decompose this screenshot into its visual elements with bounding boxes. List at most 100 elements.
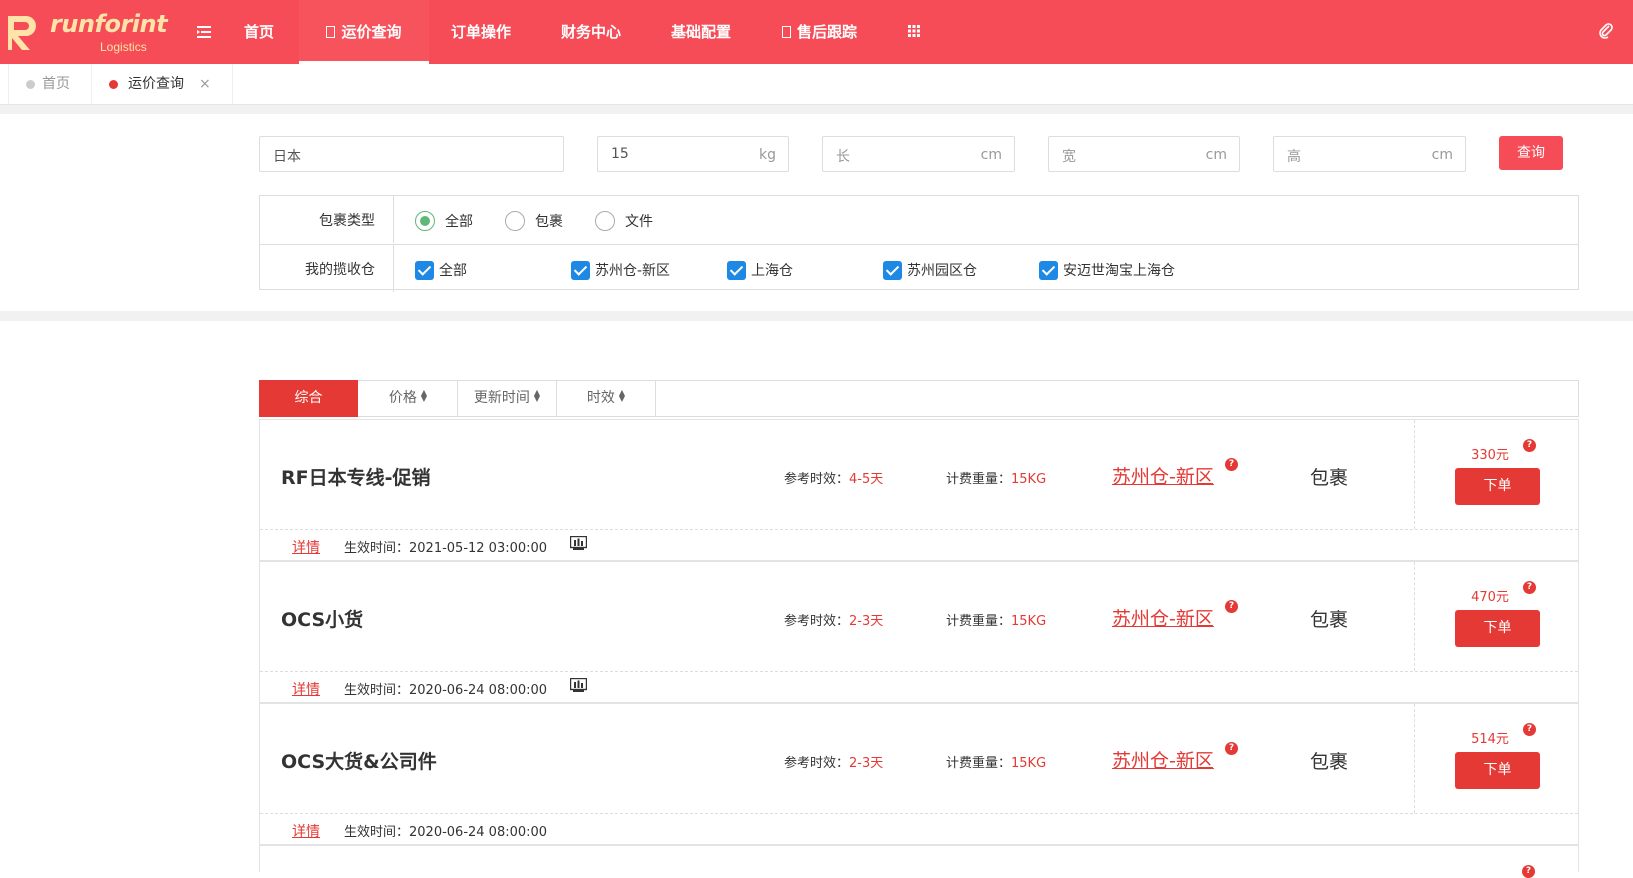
checkbox-amx-shanghai[interactable]: 安迈世淘宝上海仓 [1039,260,1175,280]
help-icon[interactable]: ? [1523,439,1536,452]
help-icon[interactable]: ? [1523,723,1536,736]
billing-weight-value: 15KG [1011,614,1047,629]
radio-all-control[interactable] [415,211,435,231]
warehouse-row: 我的揽收仓 全部 苏州仓-新区 上海仓 苏州园区仓 安迈世淘宝上海仓 [260,244,1578,292]
country-value: 日本 [273,149,301,165]
nav-home-label: 首页 [244,23,275,41]
checkbox-all[interactable]: 全部 [415,260,467,280]
reference-time: 参考时效：2-3天 [784,610,883,629]
apps-grid-icon[interactable] [908,25,920,37]
width-input[interactable]: 宽 cm [1048,136,1240,172]
detail-link[interactable]: 详情 [292,679,320,699]
reference-time-label: 参考时效： [784,756,850,771]
tab-home-dot [26,80,35,89]
order-button[interactable]: 下单 [1455,610,1540,647]
nav-order-ops[interactable]: 订单操作 [451,0,511,64]
section-divider [0,311,1633,321]
checkbox-shanghai[interactable]: 上海仓 [727,260,793,280]
logo-mark-icon [8,16,36,50]
height-input[interactable]: 高 cm [1273,136,1466,172]
reference-time: 参考时效：2-3天 [784,752,883,771]
result-card: ? [259,845,1579,878]
billing-weight: 计费重量：15KG [946,610,1046,629]
sort-price-label: 价格 [388,390,417,406]
checkbox-suzhou-park[interactable]: 苏州园区仓 [883,260,977,280]
weight-input[interactable]: 15 kg [597,136,789,172]
chart-icon[interactable] [570,536,587,550]
warehouse-link[interactable]: 苏州仓-新区 [1112,604,1214,631]
help-icon[interactable]: ? [1523,581,1536,594]
sort-update-time-label: 更新时间 [473,390,530,406]
help-icon[interactable]: ? [1225,458,1238,471]
checkbox-amx-shanghai-control[interactable] [1039,261,1058,280]
radio-parcel[interactable]: 包裹 [505,211,563,231]
result-card: RF日本专线-促销 参考时效：4-5天 计费重量：15KG 苏州仓-新区 ? 包… [259,419,1579,561]
query-button[interactable]: 查询 [1499,136,1563,170]
sort-update-time[interactable]: 更新时间 ▲ ▼ [458,380,557,417]
filter-panel: 包裹类型 全部 包裹 文件 我的揽收仓 全部 苏州仓-新区 上海仓 苏州园区仓 … [259,195,1579,292]
reference-time-label: 参考时效： [784,472,850,487]
checkbox-shanghai-control[interactable] [727,261,746,280]
brand-sub: Logistics [100,40,147,54]
help-icon[interactable]: ? [1225,742,1238,755]
tab-home[interactable]: 首页 [8,64,92,104]
billing-weight-value: 15KG [1011,472,1047,487]
order-button[interactable]: 下单 [1455,468,1540,505]
effective-time: 生效时间：2020-06-24 08:00:00 [344,825,548,840]
nav-after-sales-label: 售后跟踪 [797,23,858,41]
checkbox-suzhou-new-control[interactable] [571,261,590,280]
radio-document-control[interactable] [595,211,615,231]
length-input[interactable]: 长 cm [822,136,1015,172]
radio-all[interactable]: 全部 [415,211,473,231]
nav-rate-query[interactable]: 运价查询 [299,0,429,64]
checkbox-suzhou-park-control[interactable] [883,261,902,280]
package-type: 包裹 [1310,751,1349,773]
attachment-icon[interactable] [1598,22,1614,40]
checkbox-all-label: 全部 [439,263,467,279]
detail-link[interactable]: 详情 [292,537,320,557]
radio-parcel-control[interactable] [505,211,525,231]
package-type: 包裹 [1310,609,1349,631]
reference-time-label: 参考时效： [784,614,850,629]
radio-document-label: 文件 [625,214,653,230]
help-icon[interactable]: ? [1225,600,1238,613]
service-name: RF日本专线-促销 [281,467,431,489]
package-type: 包裹 [1310,467,1349,489]
tab-rate-query[interactable]: 运价查询 × [91,64,233,104]
section-divider [0,105,1633,114]
nav-order-ops-label: 订单操作 [451,23,512,41]
tab-rate-query-label: 运价查询 [128,76,184,92]
order-button[interactable]: 下单 [1455,752,1540,789]
menu-toggle-icon[interactable] [196,24,212,40]
nav-finance[interactable]: 财务中心 [561,0,621,64]
warehouse-label-cell: 我的揽收仓 [260,245,394,292]
warehouse-link[interactable]: 苏州仓-新区 [1112,746,1214,773]
brand-logo[interactable]: runforint Logistics [4,10,168,56]
result-card-footer: 详情 生效时间：2020-06-24 08:00:00 [260,813,1578,845]
nav-basic-config[interactable]: 基础配置 [671,0,731,64]
checkbox-suzhou-new[interactable]: 苏州仓-新区 [571,260,670,280]
sort-price[interactable]: 价格 ▲ ▼ [359,380,458,417]
checkbox-all-control[interactable] [415,261,434,280]
rate-query-icon [326,26,336,38]
chart-icon[interactable] [570,678,587,692]
service-name: OCS大货&公司件 [281,751,437,773]
warehouse-link[interactable]: 苏州仓-新区 [1112,462,1214,489]
reference-time: 参考时效：4-5天 [784,468,883,487]
price-column: 330元 ? 下单 [1414,420,1579,529]
billing-weight-label: 计费重量： [946,756,1012,771]
nav-basic-config-label: 基础配置 [671,23,732,41]
sort-comprehensive[interactable]: 综合 [259,380,358,417]
result-card-footer: 详情 生效时间：2020-06-24 08:00:00 [260,671,1578,703]
radio-document[interactable]: 文件 [595,211,653,231]
nav-after-sales[interactable]: 售后跟踪 [782,0,857,64]
detail-link[interactable]: 详情 [292,821,320,841]
weight-value: 15 [611,146,629,162]
nav-home[interactable]: 首页 [244,0,274,64]
country-input[interactable]: 日本 [259,136,564,172]
length-placeholder: 长 [836,149,850,165]
close-icon[interactable]: × [199,64,211,104]
sort-timeliness[interactable]: 时效 ▲ ▼ [557,380,656,417]
nav-finance-label: 财务中心 [561,23,622,41]
weight-unit: kg [759,147,776,163]
